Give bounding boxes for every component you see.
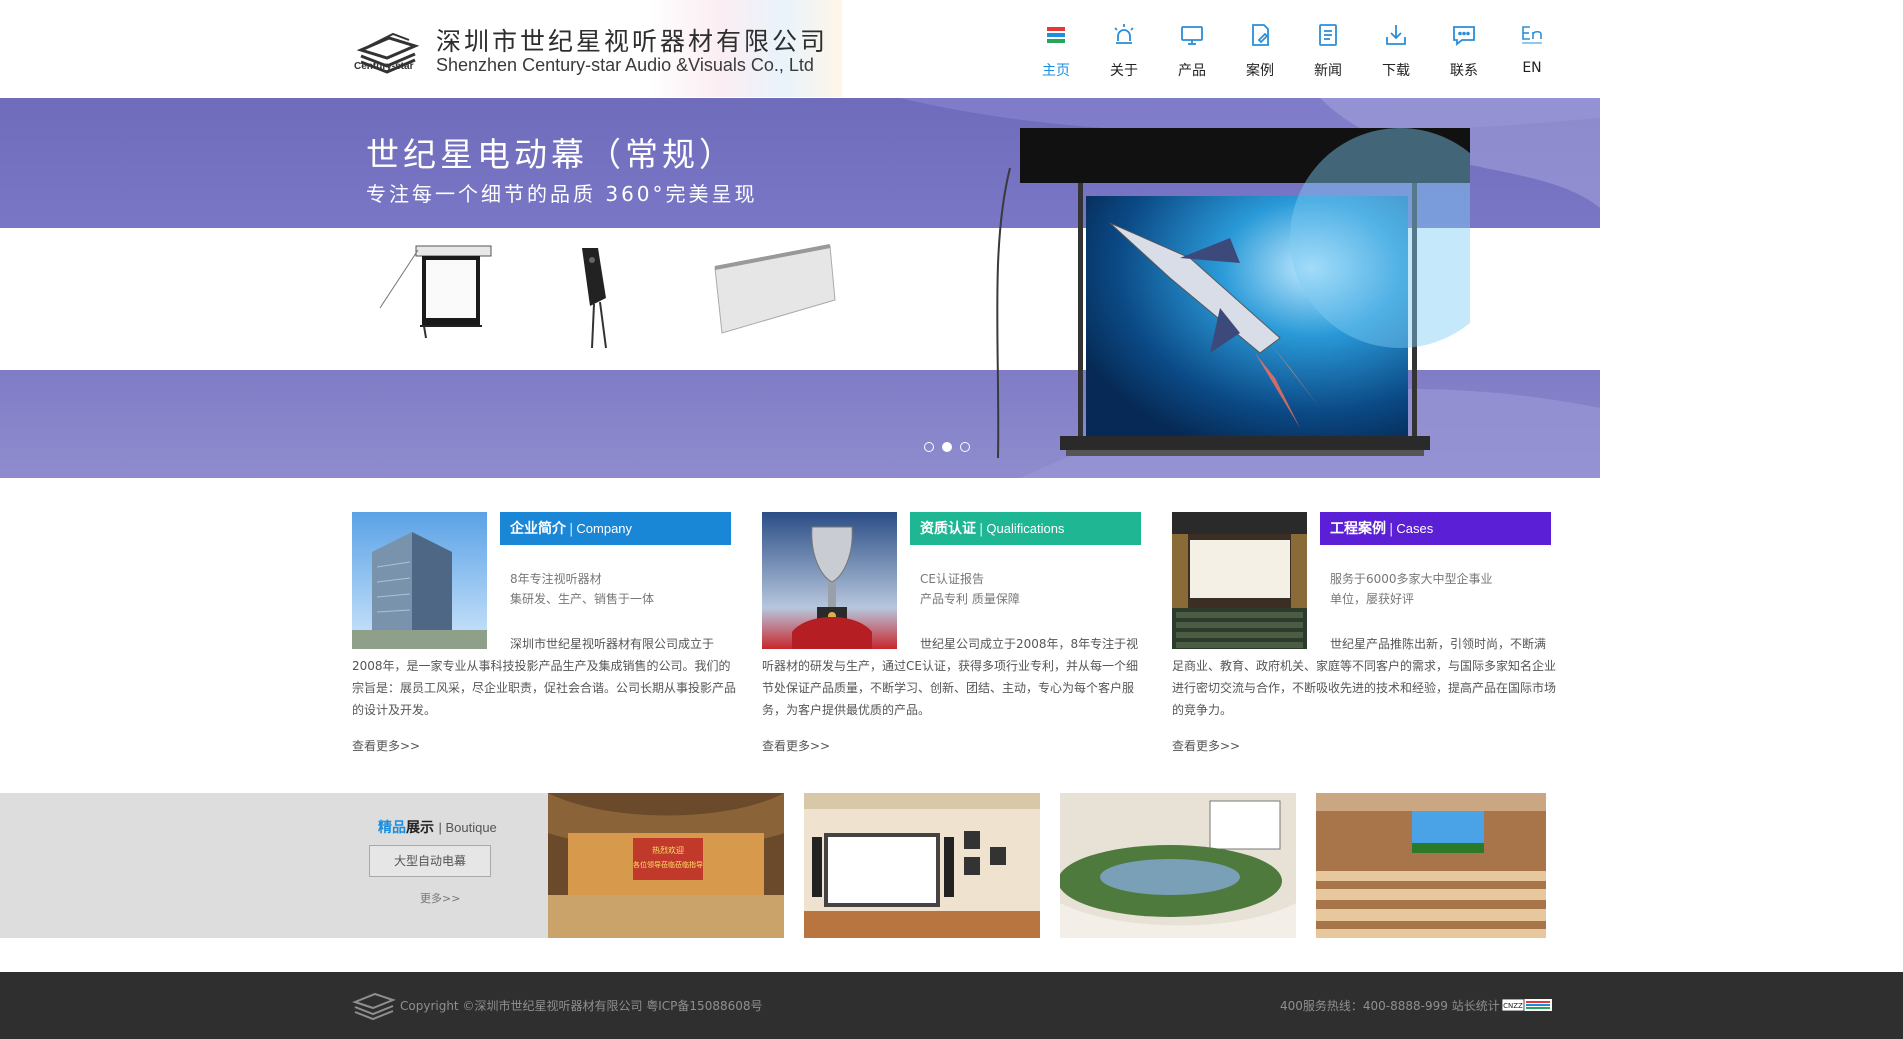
trophy-photo[interactable] <box>762 512 897 649</box>
cinema-hall-photo[interactable] <box>1172 512 1307 649</box>
nav-item-home[interactable]: 主页 <box>1028 22 1084 82</box>
nav-item-contact[interactable]: 联系 <box>1436 22 1492 82</box>
product-screen-panel <box>714 244 836 334</box>
qualifications-column: 资质认证 | Qualifications CE认证报告 产品专利 质量保障 世纪星… <box>762 512 1162 762</box>
nav-item-cases[interactable]: 案例 <box>1232 22 1288 82</box>
company-intro-column: 企业简介 | Company 8年专注视听器材 集研发、生产、销售于一体 深圳市世纪… <box>352 512 752 762</box>
cases-more-link[interactable]: 查看更多>> <box>1172 737 1240 754</box>
boutique-sidebar: 精品展示 | Boutique 大型自动电幕 更多>> <box>0 793 548 938</box>
qualifications-tagline: CE认证报告 产品专利 质量保障 <box>920 569 1020 609</box>
qualifications-description: 世纪星公司成立于2008年，8年专注于视听器材的研发与生产，通过CE认证，获得多… <box>762 637 1139 717</box>
chat-bubble-icon <box>1453 26 1475 46</box>
nav-item-products[interactable]: 产品 <box>1164 22 1220 82</box>
qualifications-tagline-2: 产品专利 质量保障 <box>920 592 1020 606</box>
hall-banner-line-1: 热烈欢迎 <box>652 845 684 855</box>
product-screen-cabinet <box>582 248 607 349</box>
company-heading-en: Company <box>576 521 633 536</box>
boutique-more-link[interactable]: 更多>> <box>420 890 460 906</box>
news-list-icon <box>1319 24 1337 46</box>
boutique-title-part1: 精品 <box>378 820 406 836</box>
company-tagline: 8年专注视听器材 集研发、生产、销售于一体 <box>510 569 654 609</box>
boutique-title-part2: 展示 <box>406 820 434 836</box>
hall-banner-line-2: 各位领导莅临莅临指导 <box>633 860 703 869</box>
banner-projection-screen <box>996 128 1470 459</box>
company-intro-heading[interactable]: 企业简介 | Company <box>500 512 731 545</box>
site-footer: Copyright ©深圳市世纪星视听器材有限公司 粤ICP备15088608号… <box>0 972 1903 1039</box>
nav-item-download[interactable]: 下载 <box>1368 22 1424 82</box>
download-icon <box>1386 25 1406 45</box>
logo-brand-text: Century-star <box>354 61 414 72</box>
footer-logo-icon <box>352 992 396 1021</box>
boutique-showcase: 精品展示 | Boutique 大型自动电幕 更多>> 热烈欢迎 各位领导莅临莅… <box>0 793 1903 938</box>
boutique-title: 精品展示 | Boutique <box>378 820 497 836</box>
stats-badge[interactable]: CNZZ <box>1502 999 1552 1011</box>
product-screen-tripod <box>379 245 492 339</box>
carousel-dot-3[interactable] <box>960 442 970 452</box>
banner-product-thumbnails <box>379 244 836 349</box>
company-more-link[interactable]: 查看更多>> <box>352 737 420 754</box>
large-auto-screen-button[interactable]: 大型自动电幕 <box>369 845 491 877</box>
boutique-title-en: Boutique <box>445 820 497 835</box>
banner-subtitle: 专注每一个细节的品质 360°完美呈现 <box>366 182 758 206</box>
qualifications-more-link[interactable]: 查看更多>> <box>762 737 830 754</box>
qualifications-heading[interactable]: 资质认证 | Qualifications <box>910 512 1141 545</box>
boutique-photo-auditorium[interactable] <box>1316 793 1546 938</box>
monitor-icon <box>1181 26 1203 45</box>
cases-tagline-1: 服务于6000多家大中型企事业 <box>1330 572 1493 586</box>
cases-description: 世纪星产品推陈出新，引领时尚，不断满足商业、教育、政府机关、家庭等不同客户的需求… <box>1172 637 1557 717</box>
footer-hotline: 400服务热线：400-8888-999 站长统计： <box>1280 999 1512 1013</box>
cases-heading[interactable]: 工程案例 | Cases <box>1320 512 1551 545</box>
nav-label-about: 关于 <box>1110 63 1138 79</box>
home-bars-icon <box>1047 27 1065 43</box>
boutique-photo-living-room[interactable] <box>804 793 1040 938</box>
nav-label-contact: 联系 <box>1450 63 1478 79</box>
nav-item-news[interactable]: 新闻 <box>1300 22 1356 82</box>
site-header: Century-star 深圳市世纪星视听器材有限公司 Shenzhen Cen… <box>0 0 1903 98</box>
qualifications-heading-en: Qualifications <box>986 521 1065 536</box>
banner-title: 世纪星电动幕（常规） <box>366 135 736 174</box>
company-tagline-1: 8年专注视听器材 <box>510 572 602 586</box>
cases-heading-cn: 工程案例 <box>1330 521 1386 537</box>
alarm-light-icon <box>1114 24 1134 44</box>
en-language-icon <box>1522 26 1542 44</box>
boutique-photo-sand-table[interactable] <box>1060 793 1296 938</box>
boutique-photo-hall[interactable]: 热烈欢迎 各位领导莅临莅临指导 <box>548 793 784 938</box>
logo-company-name-cn: 深圳市世纪星视听器材有限公司 <box>436 27 829 56</box>
document-edit-icon <box>1252 24 1269 46</box>
qualifications-heading-cn: 资质认证 <box>920 521 976 537</box>
carousel-dot-2[interactable] <box>942 442 952 452</box>
nav-label-news: 新闻 <box>1314 63 1342 79</box>
nav-label-download: 下载 <box>1382 63 1410 79</box>
stats-badge-label: CNZZ <box>1503 1002 1523 1010</box>
logo-company-name-en: Shenzhen Century-star Audio &Visuals Co.… <box>436 55 814 75</box>
nav-label-english: EN <box>1522 60 1542 76</box>
cases-tagline-2: 单位，屡获好评 <box>1330 592 1415 606</box>
company-tagline-2: 集研发、生产、销售于一体 <box>510 592 655 606</box>
carousel-dot-1[interactable] <box>924 442 934 452</box>
site-logo[interactable]: Century-star 深圳市世纪星视听器材有限公司 Shenzhen Cen… <box>352 0 842 97</box>
nav-label-products: 产品 <box>1178 63 1206 79</box>
hero-banner: 世纪星电动幕（常规） 专注每一个细节的品质 360°完美呈现 <box>0 98 1600 478</box>
nav-label-cases: 案例 <box>1246 63 1274 79</box>
cases-tagline: 服务于6000多家大中型企事业 单位，屡获好评 <box>1330 569 1493 609</box>
nav-label-home: 主页 <box>1042 63 1070 79</box>
office-building-photo[interactable] <box>352 512 487 649</box>
company-heading-cn: 企业简介 <box>510 521 566 537</box>
cases-heading-en: Cases <box>1396 521 1434 536</box>
nav-item-english[interactable]: EN <box>1504 22 1560 82</box>
nav-item-about[interactable]: 关于 <box>1096 22 1152 82</box>
cases-column: 工程案例 | Cases 服务于6000多家大中型企事业 单位，屡获好评 世纪星产品… <box>1172 512 1572 762</box>
footer-copyright: Copyright ©深圳市世纪星视听器材有限公司 粤ICP备15088608号 <box>400 999 763 1013</box>
company-description: 深圳市世纪星视听器材有限公司成立于2008年，是一家专业从事科技投影产品生产及集… <box>352 637 737 717</box>
qualifications-tagline-1: CE认证报告 <box>920 572 984 586</box>
